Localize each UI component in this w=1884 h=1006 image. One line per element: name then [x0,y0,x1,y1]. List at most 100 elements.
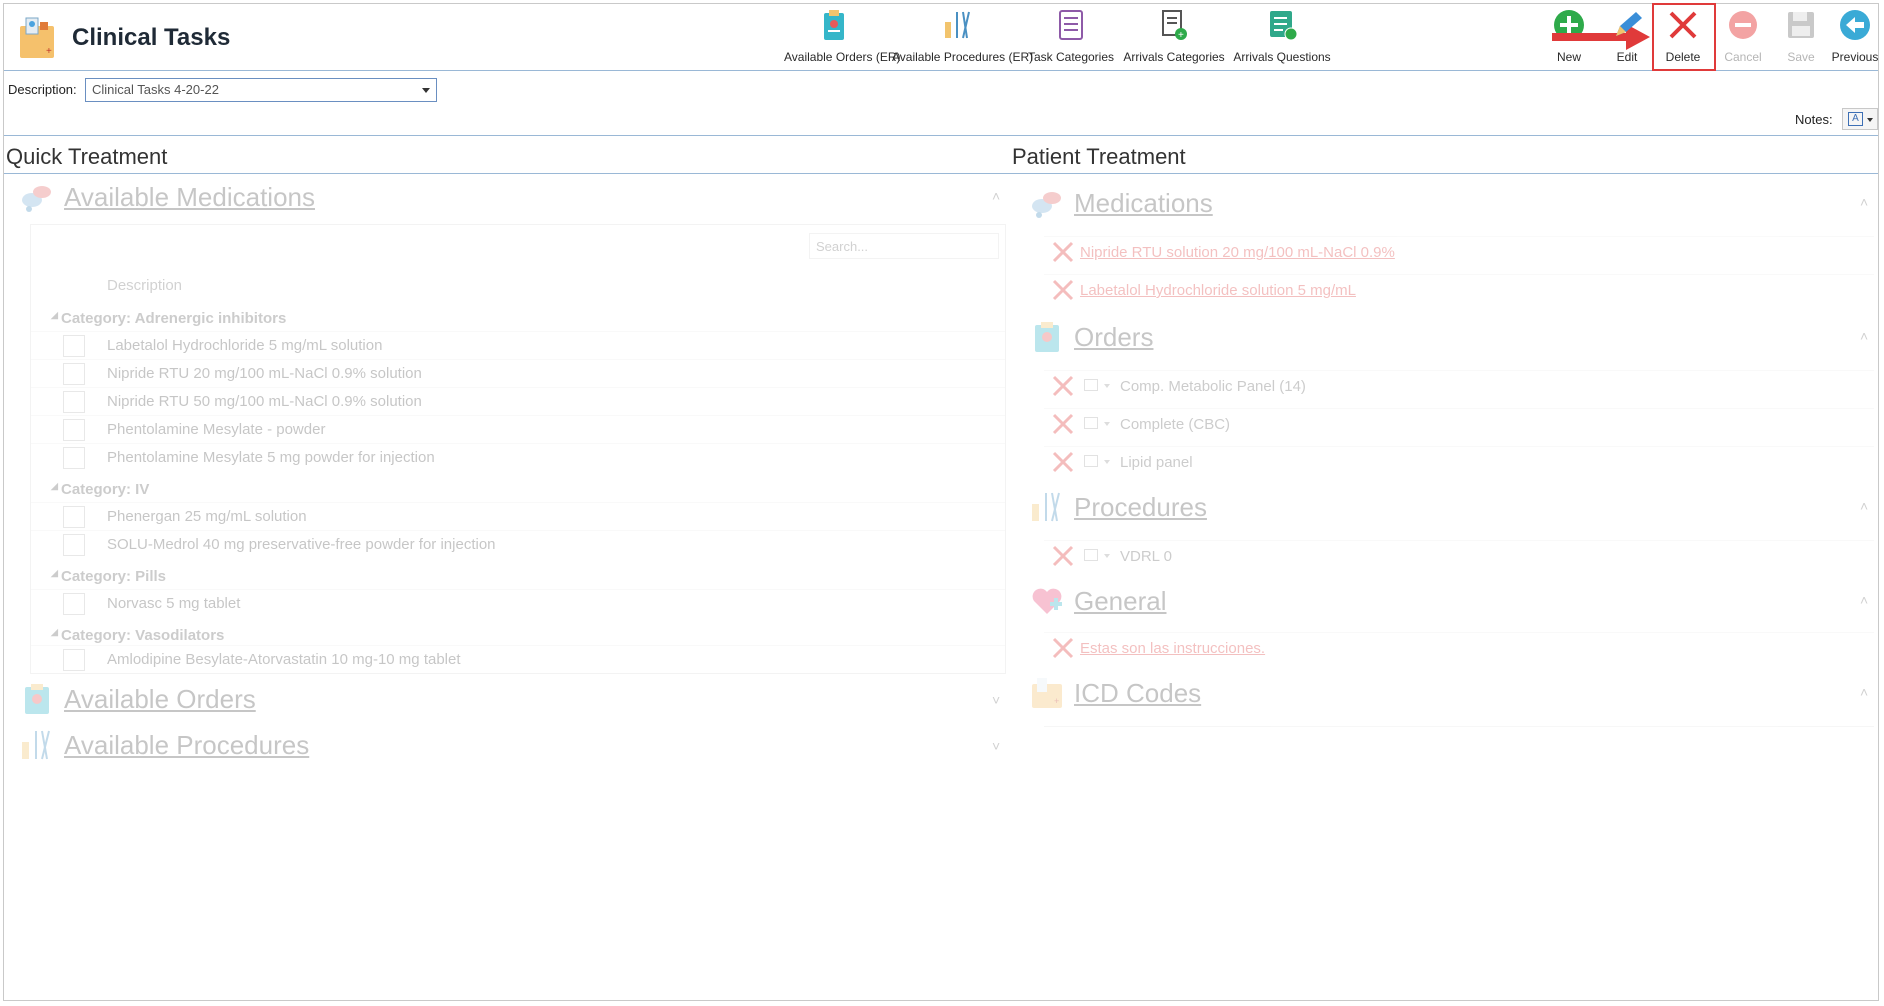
table-row[interactable]: Nipride RTU 50 mg/100 mL-NaCl 0.9% solut… [31,387,1005,416]
remove-x-icon[interactable] [1052,241,1074,263]
category-row[interactable]: ◢ Category: IV [31,476,1005,502]
chevron-up-icon[interactable]: ˄ [1860,498,1868,514]
patient-treatment-title: Patient Treatment [1012,144,1186,169]
arrivals-questions-label: Arrivals Questions [1233,50,1331,64]
remove-x-icon[interactable] [1052,545,1074,567]
icd-codes-header[interactable]: + ICD Codes ˄ [1030,674,1870,710]
procedures-header[interactable]: Procedures ˄ [1030,488,1870,524]
header: + Clinical Tasks Available Orders (ER) A… [4,3,1880,71]
image-icon[interactable] [1084,455,1098,467]
category-row[interactable]: ◢ Category: Adrenergic inhibitors [31,305,1005,331]
chevron-down-icon[interactable]: ˅ [992,738,1000,754]
available-procedures-er-button[interactable]: Available Procedures (ER) [892,8,1033,66]
new-label: New [1556,50,1581,64]
pills-icon [1032,192,1061,218]
row-checkbox[interactable] [63,534,85,556]
task-categories-button[interactable]: Task Categories [1026,8,1116,66]
clipboard-order-icon [25,684,49,714]
chevron-up-icon[interactable]: ˄ [1860,592,1868,608]
edit-button[interactable]: Edit [1604,8,1650,66]
medication-link[interactable]: Nipride RTU solution 20 mg/100 mL-NaCl 0… [1080,244,1395,261]
notes-format-button[interactable]: A [1842,108,1878,130]
surgical-tools-icon [22,730,50,760]
chevron-down-icon[interactable]: ˅ [992,692,1000,708]
svg-text:+: + [46,46,52,57]
list-item: Complete (CBC) [1044,408,1874,443]
row-checkbox[interactable] [63,593,85,615]
row-description: Amlodipine Besylate-Atorvastatin 10 mg-1… [107,651,461,668]
orders-header[interactable]: Orders ˄ [1030,318,1870,354]
table-row[interactable]: Norvasc 5 mg tablet [31,589,1005,618]
image-icon[interactable] [1084,549,1098,561]
chevron-up-icon[interactable]: ˄ [1860,328,1868,344]
search-input[interactable] [809,233,999,259]
list-item: Lipid panel [1044,446,1874,481]
row-checkbox[interactable] [63,391,85,413]
previous-label: Previous [1831,50,1879,64]
category-row[interactable]: ◢ Category: Pills [31,563,1005,589]
general-title: General [1074,586,1167,616]
row-checkbox[interactable] [63,419,85,441]
medications-header[interactable]: Medications ˄ [1030,184,1870,220]
image-icon[interactable] [1084,417,1098,429]
arrivals-questions-button[interactable]: Arrivals Questions [1230,8,1334,66]
checklist-add-icon [1270,11,1298,41]
chevron-down-icon[interactable] [1104,422,1110,426]
available-medications-title: Available Medications [64,182,315,212]
cancel-button[interactable]: Cancel [1718,8,1768,66]
column-header-description: Description [107,277,183,294]
available-medications-header[interactable]: Available Medications ˄ [20,178,1006,214]
previous-button[interactable]: Previous [1830,8,1880,66]
procedure-label: VDRL 0 [1120,548,1172,565]
table-row[interactable]: Phenergan 25 mg/mL solution [31,502,1005,531]
instruction-link[interactable]: Estas son las instrucciones. [1080,640,1265,657]
save-label: Save [1787,50,1815,64]
collapse-triangle-icon: ◢ [51,627,58,637]
row-checkbox[interactable] [63,649,85,671]
available-orders-er-button[interactable]: Available Orders (ER) [784,8,900,66]
table-row[interactable]: Nipride RTU 20 mg/100 mL-NaCl 0.9% solut… [31,359,1005,388]
chevron-up-icon[interactable]: ˄ [1860,194,1868,210]
remove-x-icon[interactable] [1052,413,1074,435]
divider [1044,726,1874,727]
chevron-up-icon[interactable]: ˄ [1860,684,1868,700]
arrivals-categories-button[interactable]: + Arrivals Categories [1120,8,1228,66]
row-description: Phenergan 25 mg/mL solution [107,508,307,525]
category-label: Category: Adrenergic inhibitors [61,310,287,327]
pencil-icon [1616,12,1642,36]
available-procedures-title: Available Procedures [64,730,310,760]
chevron-down-icon[interactable] [1104,460,1110,464]
row-checkbox[interactable] [63,363,85,385]
general-header[interactable]: General ˄ [1030,582,1870,618]
description-dropdown[interactable]: Clinical Tasks 4-20-22 [85,78,437,102]
remove-x-icon[interactable] [1052,451,1074,473]
remove-x-icon[interactable] [1052,375,1074,397]
chevron-down-icon[interactable] [1104,384,1110,388]
orders-title: Orders [1074,322,1154,352]
medication-link[interactable]: Labetalol Hydrochloride solution 5 mg/mL [1080,282,1356,299]
table-row[interactable]: Amlodipine Besylate-Atorvastatin 10 mg-1… [31,645,1005,674]
divider [4,173,1010,174]
remove-x-icon[interactable] [1052,637,1074,659]
image-icon[interactable] [1084,379,1098,391]
table-row[interactable]: SOLU-Medrol 40 mg preservative-free powd… [31,530,1005,559]
table-row[interactable]: Phentolamine Mesylate 5 mg powder for in… [31,443,1005,472]
row-checkbox[interactable] [63,506,85,528]
chevron-up-icon[interactable]: ˄ [992,188,1000,204]
chevron-down-icon [422,88,430,93]
heart-plus-icon [1032,588,1062,614]
pills-icon [22,186,51,212]
order-label: Complete (CBC) [1120,416,1231,433]
save-button[interactable]: Save [1778,8,1824,66]
clipboard-order-icon [1035,322,1059,352]
table-row[interactable]: Phentolamine Mesylate - powder [31,415,1005,444]
clinical-tasks-logo-icon: + [20,17,54,58]
chevron-down-icon[interactable] [1104,554,1110,558]
chevron-down-icon [1867,118,1873,122]
table-row[interactable]: Labetalol Hydrochloride 5 mg/mL solution [31,331,1005,360]
row-checkbox[interactable] [63,447,85,469]
row-checkbox[interactable] [63,335,85,357]
available-orders-header[interactable]: Available Orders ˅ [20,680,1006,716]
available-procedures-header[interactable]: Available Procedures ˅ [20,726,1006,762]
remove-x-icon[interactable] [1052,279,1074,301]
